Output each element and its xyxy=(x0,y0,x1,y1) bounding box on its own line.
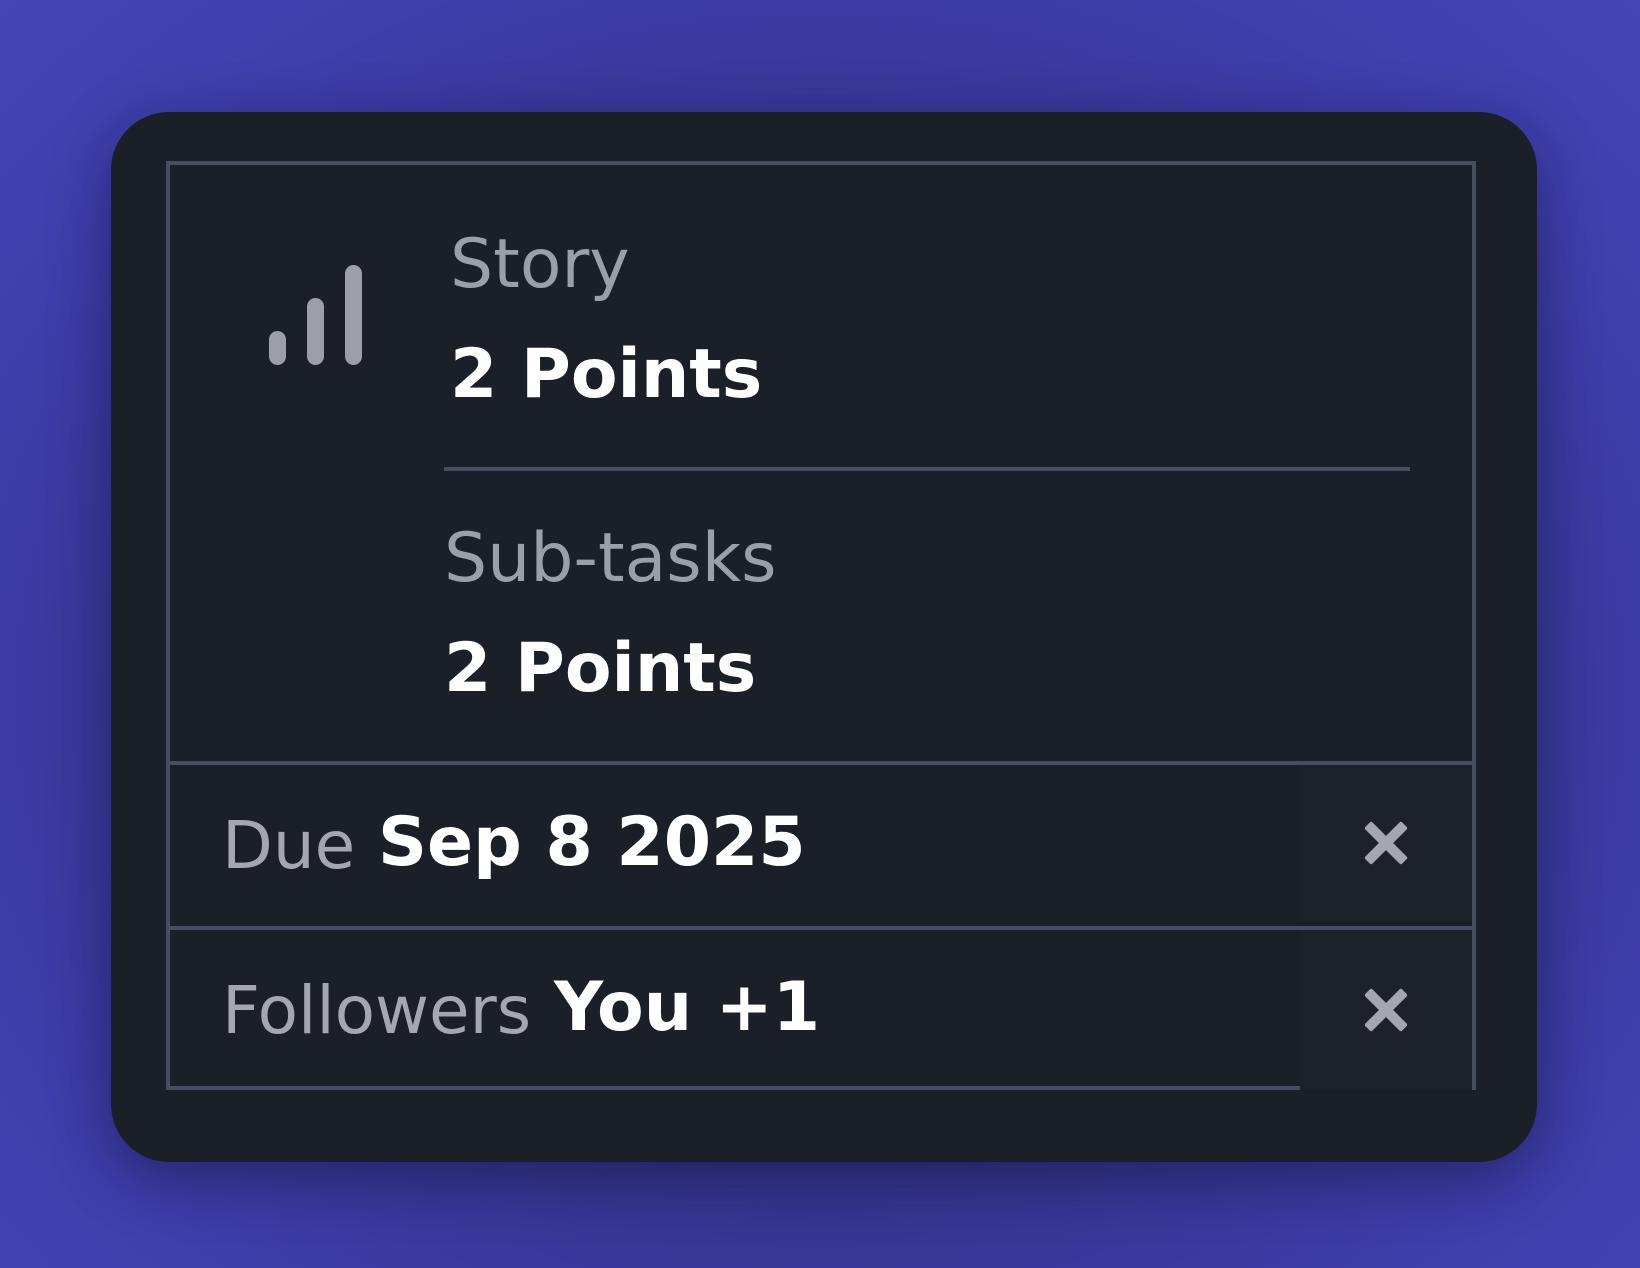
signal-bars-icon xyxy=(269,265,364,365)
due-label: Due xyxy=(222,807,356,884)
close-icon xyxy=(1363,820,1409,866)
details-panel: Story 2 Points Sub-tasks 2 Points Due Se… xyxy=(166,161,1476,1090)
clear-followers-button[interactable] xyxy=(1300,930,1472,1090)
due-date-value[interactable]: Sep 8 2025 xyxy=(378,809,806,877)
story-points-value: 2 Points xyxy=(450,335,763,414)
followers-label: Followers xyxy=(222,972,532,1049)
issue-details-card: Story 2 Points Sub-tasks 2 Points Due Se… xyxy=(111,112,1537,1162)
subtasks-points-value: 2 Points xyxy=(444,629,757,708)
story-label: Story xyxy=(450,225,630,304)
signal-bar xyxy=(269,331,286,365)
subtasks-label: Sub-tasks xyxy=(444,519,777,598)
signal-bar xyxy=(307,298,324,365)
followers-field[interactable]: Followers You +1 xyxy=(170,926,1472,1090)
estimate-divider xyxy=(444,467,1410,471)
followers-value[interactable]: You +1 xyxy=(554,974,820,1042)
close-icon xyxy=(1363,987,1409,1033)
clear-due-date-button[interactable] xyxy=(1300,765,1472,921)
due-date-field[interactable]: Due Sep 8 2025 xyxy=(170,761,1472,921)
estimate-section[interactable]: Story 2 Points Sub-tasks 2 Points xyxy=(170,165,1472,761)
signal-bar xyxy=(345,265,362,365)
